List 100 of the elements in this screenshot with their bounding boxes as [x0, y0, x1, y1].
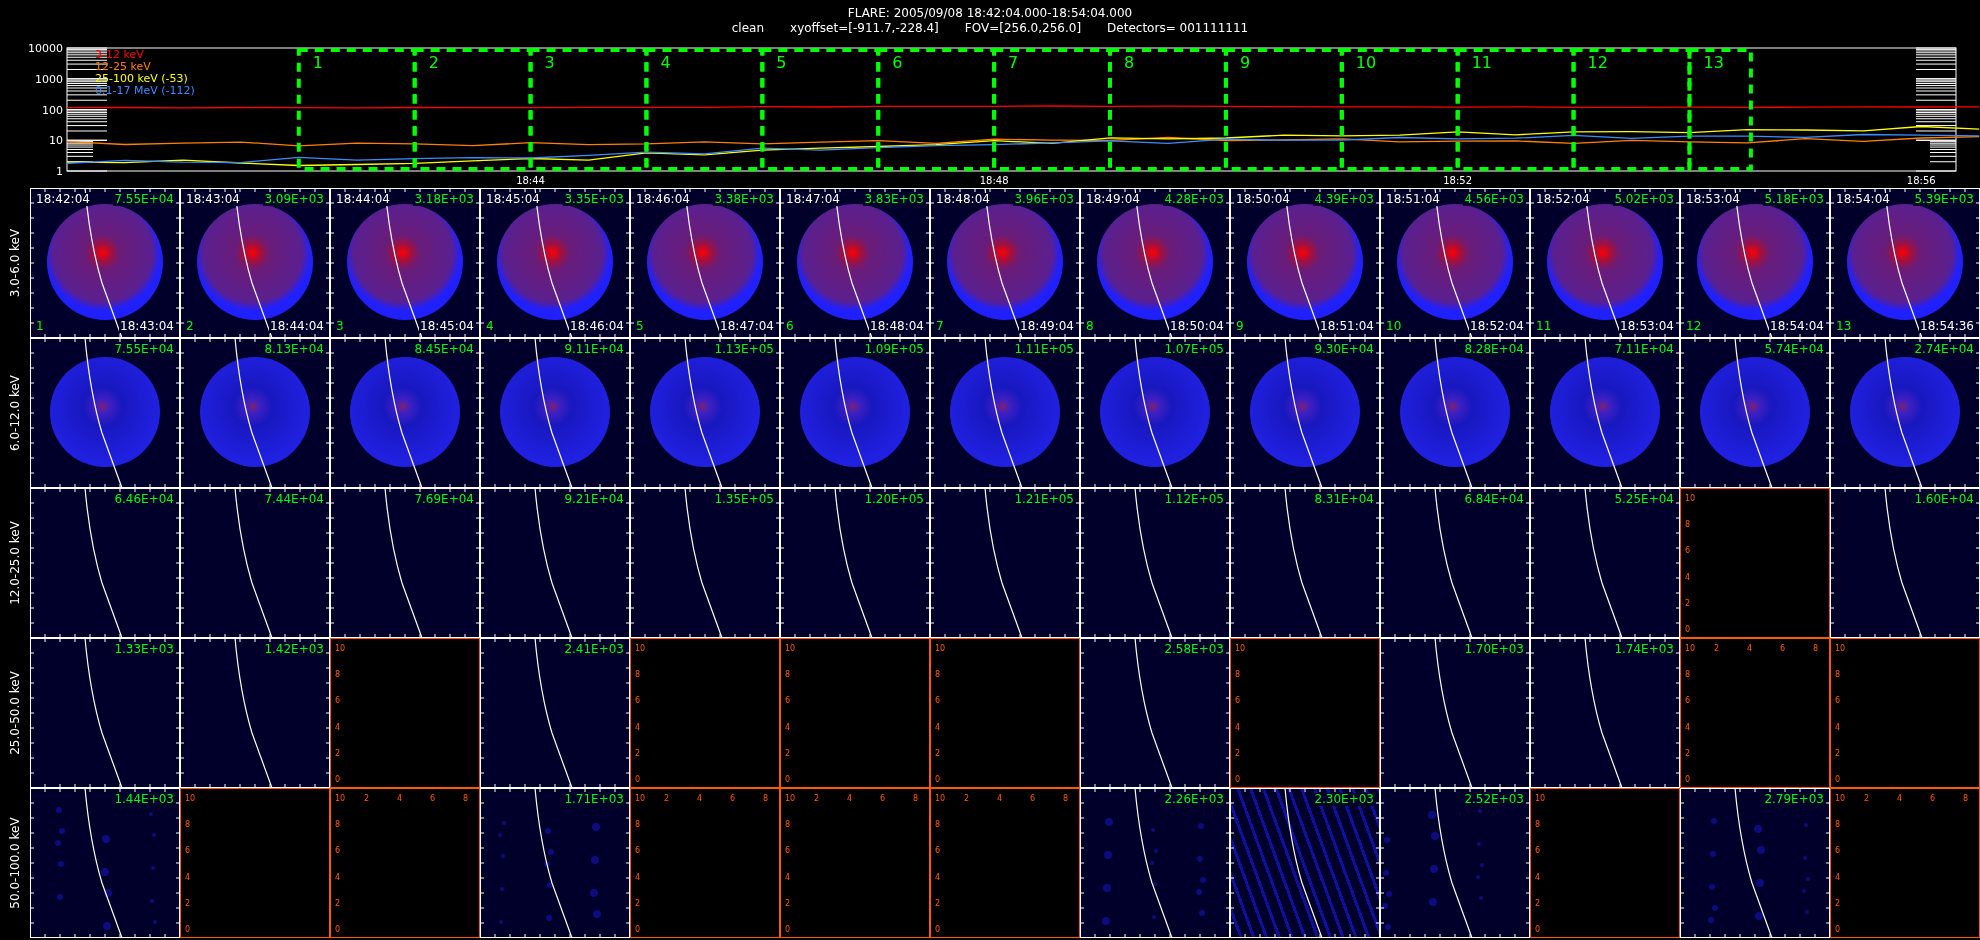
- axis-tick-label: 2: [1835, 898, 1841, 908]
- axis-tick-label: 4: [335, 722, 341, 732]
- index-label: 6: [785, 320, 795, 333]
- axis-tick-label: 4: [1835, 722, 1841, 732]
- y-axis-label: 100: [42, 103, 63, 117]
- axis-tick-label: 0: [1235, 774, 1241, 784]
- end-time-label: 18:54:04: [1769, 320, 1825, 333]
- axis-tick-label: 8: [1685, 670, 1691, 680]
- axis-tick-label: 2: [635, 748, 641, 758]
- count-label: 1.12E+05: [1163, 493, 1225, 506]
- count-label: 3.35E+03: [563, 193, 625, 206]
- axis-tick-label: 8: [185, 820, 191, 830]
- count-label: 2.52E+03: [1463, 793, 1525, 806]
- count-label: 4.56E+03: [1463, 193, 1525, 206]
- index-label: 1: [35, 320, 45, 333]
- axis-tick-label: 10: [635, 644, 646, 653]
- axis-tick-label: 10: [1535, 794, 1546, 803]
- axis-tick-label: 4: [696, 794, 703, 803]
- count-label: 6.84E+04: [1463, 493, 1525, 506]
- start-time-label: 18:50:04: [1235, 193, 1291, 206]
- count-label: 5.02E+03: [1613, 193, 1675, 206]
- axis-tick-label: 2: [935, 748, 941, 758]
- axis-tick-label: 4: [935, 872, 941, 882]
- axis-tick-label: 6: [335, 846, 341, 856]
- energy-band-label: 50.0-100.0 keV: [8, 817, 22, 909]
- x-axis-label: 18:44: [516, 175, 545, 186]
- count-label: 7.55E+04: [113, 193, 175, 206]
- interval-label: 12: [1587, 53, 1608, 72]
- axis-tick-label: 2: [335, 898, 341, 908]
- index-label: 5: [635, 320, 645, 333]
- index-label: 4: [485, 320, 495, 333]
- interval-label: 9: [1239, 53, 1251, 72]
- count-label: 8.28E+04: [1463, 343, 1525, 356]
- count-label: 1.60E+04: [1913, 493, 1975, 506]
- plot-title: FLARE: 2005/09/08 18:42:04.000-18:54:04.000: [847, 6, 1133, 21]
- axis-tick-label: 6: [729, 794, 736, 803]
- axis-tick-label: 6: [185, 846, 191, 856]
- count-label: 2.41E+03: [563, 643, 625, 656]
- count-label: 2.26E+03: [1163, 793, 1225, 806]
- axis-tick-label: 6: [429, 794, 436, 803]
- axis-tick-label: 8: [1062, 794, 1068, 803]
- energy-band-label: 12.0-25.0 keV: [8, 521, 22, 605]
- axis-tick-label: 2: [635, 898, 641, 908]
- axis-tick-label: 0: [335, 924, 341, 934]
- axis-tick-label: 6: [879, 794, 886, 803]
- count-label: 8.13E+04: [263, 343, 325, 356]
- axis-tick-label: 6: [1929, 794, 1936, 803]
- interval-label: 10: [1355, 53, 1377, 72]
- axis-tick-label: 2: [364, 794, 370, 803]
- index-label: 11: [1535, 320, 1553, 333]
- axis-tick-label: 8: [1235, 670, 1241, 680]
- axis-tick-label: 0: [785, 774, 791, 784]
- end-time-label: 18:44:04: [269, 320, 325, 333]
- axis-tick-label: 6: [1835, 846, 1841, 856]
- axis-tick-label: 10: [1835, 644, 1846, 653]
- count-label: 9.30E+04: [1313, 343, 1375, 356]
- energy-band-label: 25.0-50.0 keV: [8, 671, 22, 755]
- axis-tick-label: 8: [785, 670, 791, 680]
- plot-subtitle: xyoffset=[-911.7,-228.4]: [790, 21, 939, 36]
- y-axis-label: 1: [56, 165, 63, 178]
- count-label: 1.20E+05: [863, 493, 925, 506]
- end-time-label: 18:50:04: [1169, 320, 1225, 333]
- axis-tick-label: 8: [1535, 820, 1541, 830]
- count-label: 1.11E+05: [1013, 343, 1075, 356]
- index-label: 7: [935, 320, 945, 333]
- axis-tick-label: 8: [1685, 520, 1691, 530]
- index-label: 13: [1835, 320, 1853, 333]
- axis-tick-label: 4: [1685, 572, 1691, 582]
- count-label: 7.44E+04: [263, 493, 325, 506]
- axis-tick-label: 0: [635, 774, 641, 784]
- start-time-label: 18:44:04: [335, 193, 391, 206]
- x-axis-label: 18:48: [979, 175, 1009, 186]
- start-time-label: 18:47:04: [785, 193, 841, 206]
- count-label: 1.71E+03: [563, 793, 625, 806]
- axis-tick-label: 0: [785, 924, 791, 934]
- axis-tick-label: 4: [635, 872, 641, 882]
- axis-tick-label: 2: [185, 898, 191, 908]
- count-label: 6.46E+04: [113, 493, 175, 506]
- axis-tick-label: 2: [1685, 748, 1691, 758]
- axis-tick-label: 10: [335, 794, 346, 803]
- axis-tick-label: 0: [185, 924, 191, 934]
- count-label: 1.13E+05: [713, 343, 775, 356]
- count-label: 1.21E+05: [1013, 493, 1075, 506]
- axis-tick-label: 2: [664, 794, 670, 803]
- axis-tick-label: 4: [785, 872, 791, 882]
- plot-subtitle: clean: [731, 21, 765, 36]
- end-time-label: 18:54:36: [1919, 320, 1975, 333]
- axis-tick-label: 0: [1685, 774, 1691, 784]
- axis-tick-label: 6: [1535, 846, 1541, 856]
- index-label: 10: [1385, 320, 1403, 333]
- y-axis-label: 10: [49, 134, 63, 148]
- axis-tick-label: 6: [1235, 696, 1241, 706]
- index-label: 2: [185, 320, 195, 333]
- end-time-label: 18:46:04: [569, 320, 625, 333]
- count-label: 5.18E+03: [1763, 193, 1825, 206]
- count-label: 2.30E+03: [1313, 793, 1375, 806]
- axis-tick-label: 8: [335, 670, 341, 680]
- axis-tick-label: 2: [1685, 598, 1691, 608]
- count-label: 7.11E+04: [1613, 343, 1675, 356]
- energy-band-label: 3.0-6.0 keV: [8, 228, 22, 298]
